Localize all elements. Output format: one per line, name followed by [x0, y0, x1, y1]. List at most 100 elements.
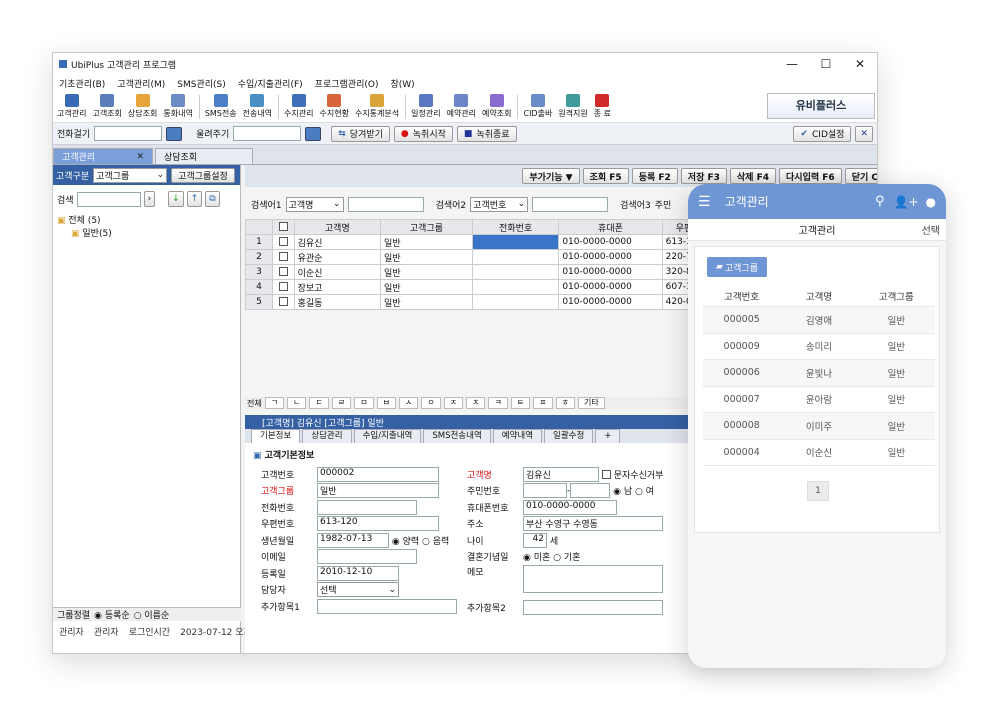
call-number-input[interactable]	[94, 126, 163, 141]
row-checkbox[interactable]	[272, 294, 295, 310]
toolbar-button-6[interactable]: 수지관리	[284, 94, 314, 119]
toolbar-button-0[interactable]: 고객관리	[57, 94, 86, 119]
column-header-0[interactable]: 고객명	[293, 219, 382, 235]
row-checkbox[interactable]	[272, 264, 295, 280]
addr-field[interactable]: 부산 수영구 수영동	[523, 516, 663, 531]
toolbar-button-10[interactable]: 예약관리	[447, 94, 476, 119]
index-key-5[interactable]: ㅂ	[376, 397, 396, 409]
mobile-list-item[interactable]: 000006 윤빛나 일반	[703, 360, 935, 387]
search3-value[interactable]: 주민	[655, 198, 672, 211]
jumin2-field[interactable]	[570, 483, 611, 498]
toolbar-button-13[interactable]: 원격지원	[558, 94, 588, 119]
action-button-5[interactable]: 다시입력 F6	[779, 168, 842, 184]
action-button-0[interactable]: 부가기능 ▼	[522, 168, 580, 184]
menu-item-3[interactable]: 수입/지출관리(F)	[238, 77, 303, 90]
index-key-11[interactable]: ㅌ	[510, 397, 531, 409]
group-settings-button[interactable]: 고객그룹설정	[171, 167, 235, 183]
male-radio[interactable]: ◉ 남	[613, 484, 632, 497]
solar-radio[interactable]: ◉ 양력	[392, 534, 419, 547]
toolbar-button-8[interactable]: 수지통계분석	[355, 94, 399, 119]
minimize-button[interactable]: —	[775, 57, 809, 71]
detail-tab-3[interactable]: SMS전송내역	[423, 429, 491, 443]
ring-number-input[interactable]	[233, 126, 302, 141]
search1-input[interactable]	[347, 196, 424, 212]
group-search-input[interactable]	[76, 191, 141, 207]
copy-button[interactable]: ⧉	[205, 191, 220, 207]
tab-customer-management[interactable]: 고객관리 ✕	[53, 148, 153, 164]
sort-reg-radio[interactable]: ◉ 등록순	[94, 608, 130, 621]
index-key-12[interactable]: ㅍ	[533, 397, 553, 409]
column-header-2[interactable]: 전화번호	[471, 219, 560, 235]
maximize-button[interactable]: ☐	[809, 57, 843, 71]
menu-item-0[interactable]: 기초관리(B)	[59, 77, 105, 90]
index-key-14[interactable]: 기타	[577, 397, 605, 409]
detail-tab-4[interactable]: 예약내역	[492, 429, 543, 443]
row-checkbox[interactable]	[272, 249, 295, 265]
column-header-3[interactable]: 휴대폰	[558, 219, 663, 235]
group-folder-button[interactable]: ▰ 고객그룹	[707, 257, 767, 277]
detail-tab-2[interactable]: 수입/지출내역	[353, 429, 422, 443]
manager-select[interactable]: 선택 ⌄	[317, 582, 399, 597]
move-down-button[interactable]: ↓	[168, 191, 184, 207]
toolbar-button-5[interactable]: 전송내역	[243, 94, 272, 119]
tel-field[interactable]	[317, 499, 417, 515]
mobile-list-item[interactable]: 000004 이순신 일반	[703, 440, 935, 466]
detail-tab-0[interactable]: 기본정보	[251, 429, 301, 443]
ring-button[interactable]	[305, 126, 322, 141]
callbar-close-button[interactable]: ✕	[855, 125, 873, 142]
index-key-3[interactable]: ㄹ	[331, 397, 352, 409]
toolbar-button-2[interactable]: 상담조회	[128, 94, 157, 119]
toolbar-button-11[interactable]: 예약조회	[482, 94, 511, 119]
tab-consult-search[interactable]: 상담조회	[155, 148, 253, 164]
call-button[interactable]	[166, 126, 183, 141]
cust-group-field[interactable]: 일반	[317, 483, 439, 498]
age-field[interactable]: 42	[523, 532, 547, 548]
detail-tab-5[interactable]: 일괄수정	[544, 429, 594, 443]
toolbar-button-12[interactable]: CID출바	[523, 94, 552, 119]
married-radio[interactable]: ○ 기혼	[553, 550, 580, 563]
menu-item-1[interactable]: 고객관리(M)	[117, 77, 165, 90]
group-select[interactable]: 고객그룹 ⌄	[93, 167, 168, 183]
column-header-1[interactable]: 고객그룹	[380, 219, 473, 235]
page-button[interactable]: 1	[807, 481, 829, 501]
menu-item-2[interactable]: SMS관리(S)	[177, 77, 226, 90]
row-checkbox[interactable]	[272, 279, 295, 295]
action-button-6[interactable]: 닫기 C	[844, 168, 877, 184]
jumin1-field[interactable]	[523, 483, 567, 498]
zip-field[interactable]: 613-120	[317, 516, 439, 531]
toolbar-button-14[interactable]: 종 료	[594, 94, 611, 119]
mobile-list-item[interactable]: 000008 이미주 일반	[703, 413, 935, 440]
cid-settings-button[interactable]: ✔ CID설정	[793, 125, 852, 142]
row-checkbox[interactable]	[272, 234, 295, 250]
mobile-select-button[interactable]: 선택	[922, 222, 940, 237]
mobile-list-item[interactable]: 000009 송미리 일반	[703, 334, 935, 360]
hamburger-menu-icon[interactable]: ☰	[698, 194, 711, 210]
index-key-13[interactable]: ㅎ	[555, 397, 575, 409]
action-button-1[interactable]: 조회 F5	[582, 168, 629, 184]
index-key-7[interactable]: ㅇ	[421, 397, 441, 409]
select-all-checkbox[interactable]	[272, 219, 295, 235]
sort-name-radio[interactable]: ○ 이름순	[134, 608, 170, 621]
search-icon[interactable]: ⚲	[875, 194, 885, 209]
index-key-6[interactable]: ㅅ	[398, 397, 419, 409]
index-key-4[interactable]: ㅁ	[354, 397, 374, 409]
name-field[interactable]: 김유신	[523, 466, 599, 482]
tree-root[interactable]: ▣ 전체 (5)	[57, 213, 240, 226]
cust-no-field[interactable]: 000002	[317, 466, 439, 482]
tree-child[interactable]: ▣ 일반(5)	[57, 226, 240, 239]
mobile-field[interactable]: 010-0000-0000	[523, 499, 617, 515]
toolbar-button-1[interactable]: 고객조회	[92, 94, 122, 119]
lunar-radio[interactable]: ○ 음력	[422, 534, 449, 547]
single-radio[interactable]: ◉ 미혼	[523, 550, 550, 563]
mobile-list-item[interactable]: 000007 윤아람 일반	[703, 387, 935, 413]
search1-select[interactable]: 고객명 ⌄	[285, 196, 344, 212]
index-key-8[interactable]: ㅈ	[443, 397, 464, 409]
menu-item-4[interactable]: 프로그램관리(O)	[315, 77, 379, 90]
sms-refuse-checkbox[interactable]	[601, 469, 611, 479]
toolbar-button-9[interactable]: 일정관리	[411, 94, 441, 119]
detail-tab-6[interactable]: +	[595, 429, 621, 443]
extra1-field[interactable]	[317, 598, 457, 614]
toolbar-button-3[interactable]: 통화내역	[163, 94, 193, 119]
birth-field[interactable]: 1982-07-13	[317, 532, 389, 548]
tab-close-icon[interactable]: ✕	[136, 152, 144, 162]
